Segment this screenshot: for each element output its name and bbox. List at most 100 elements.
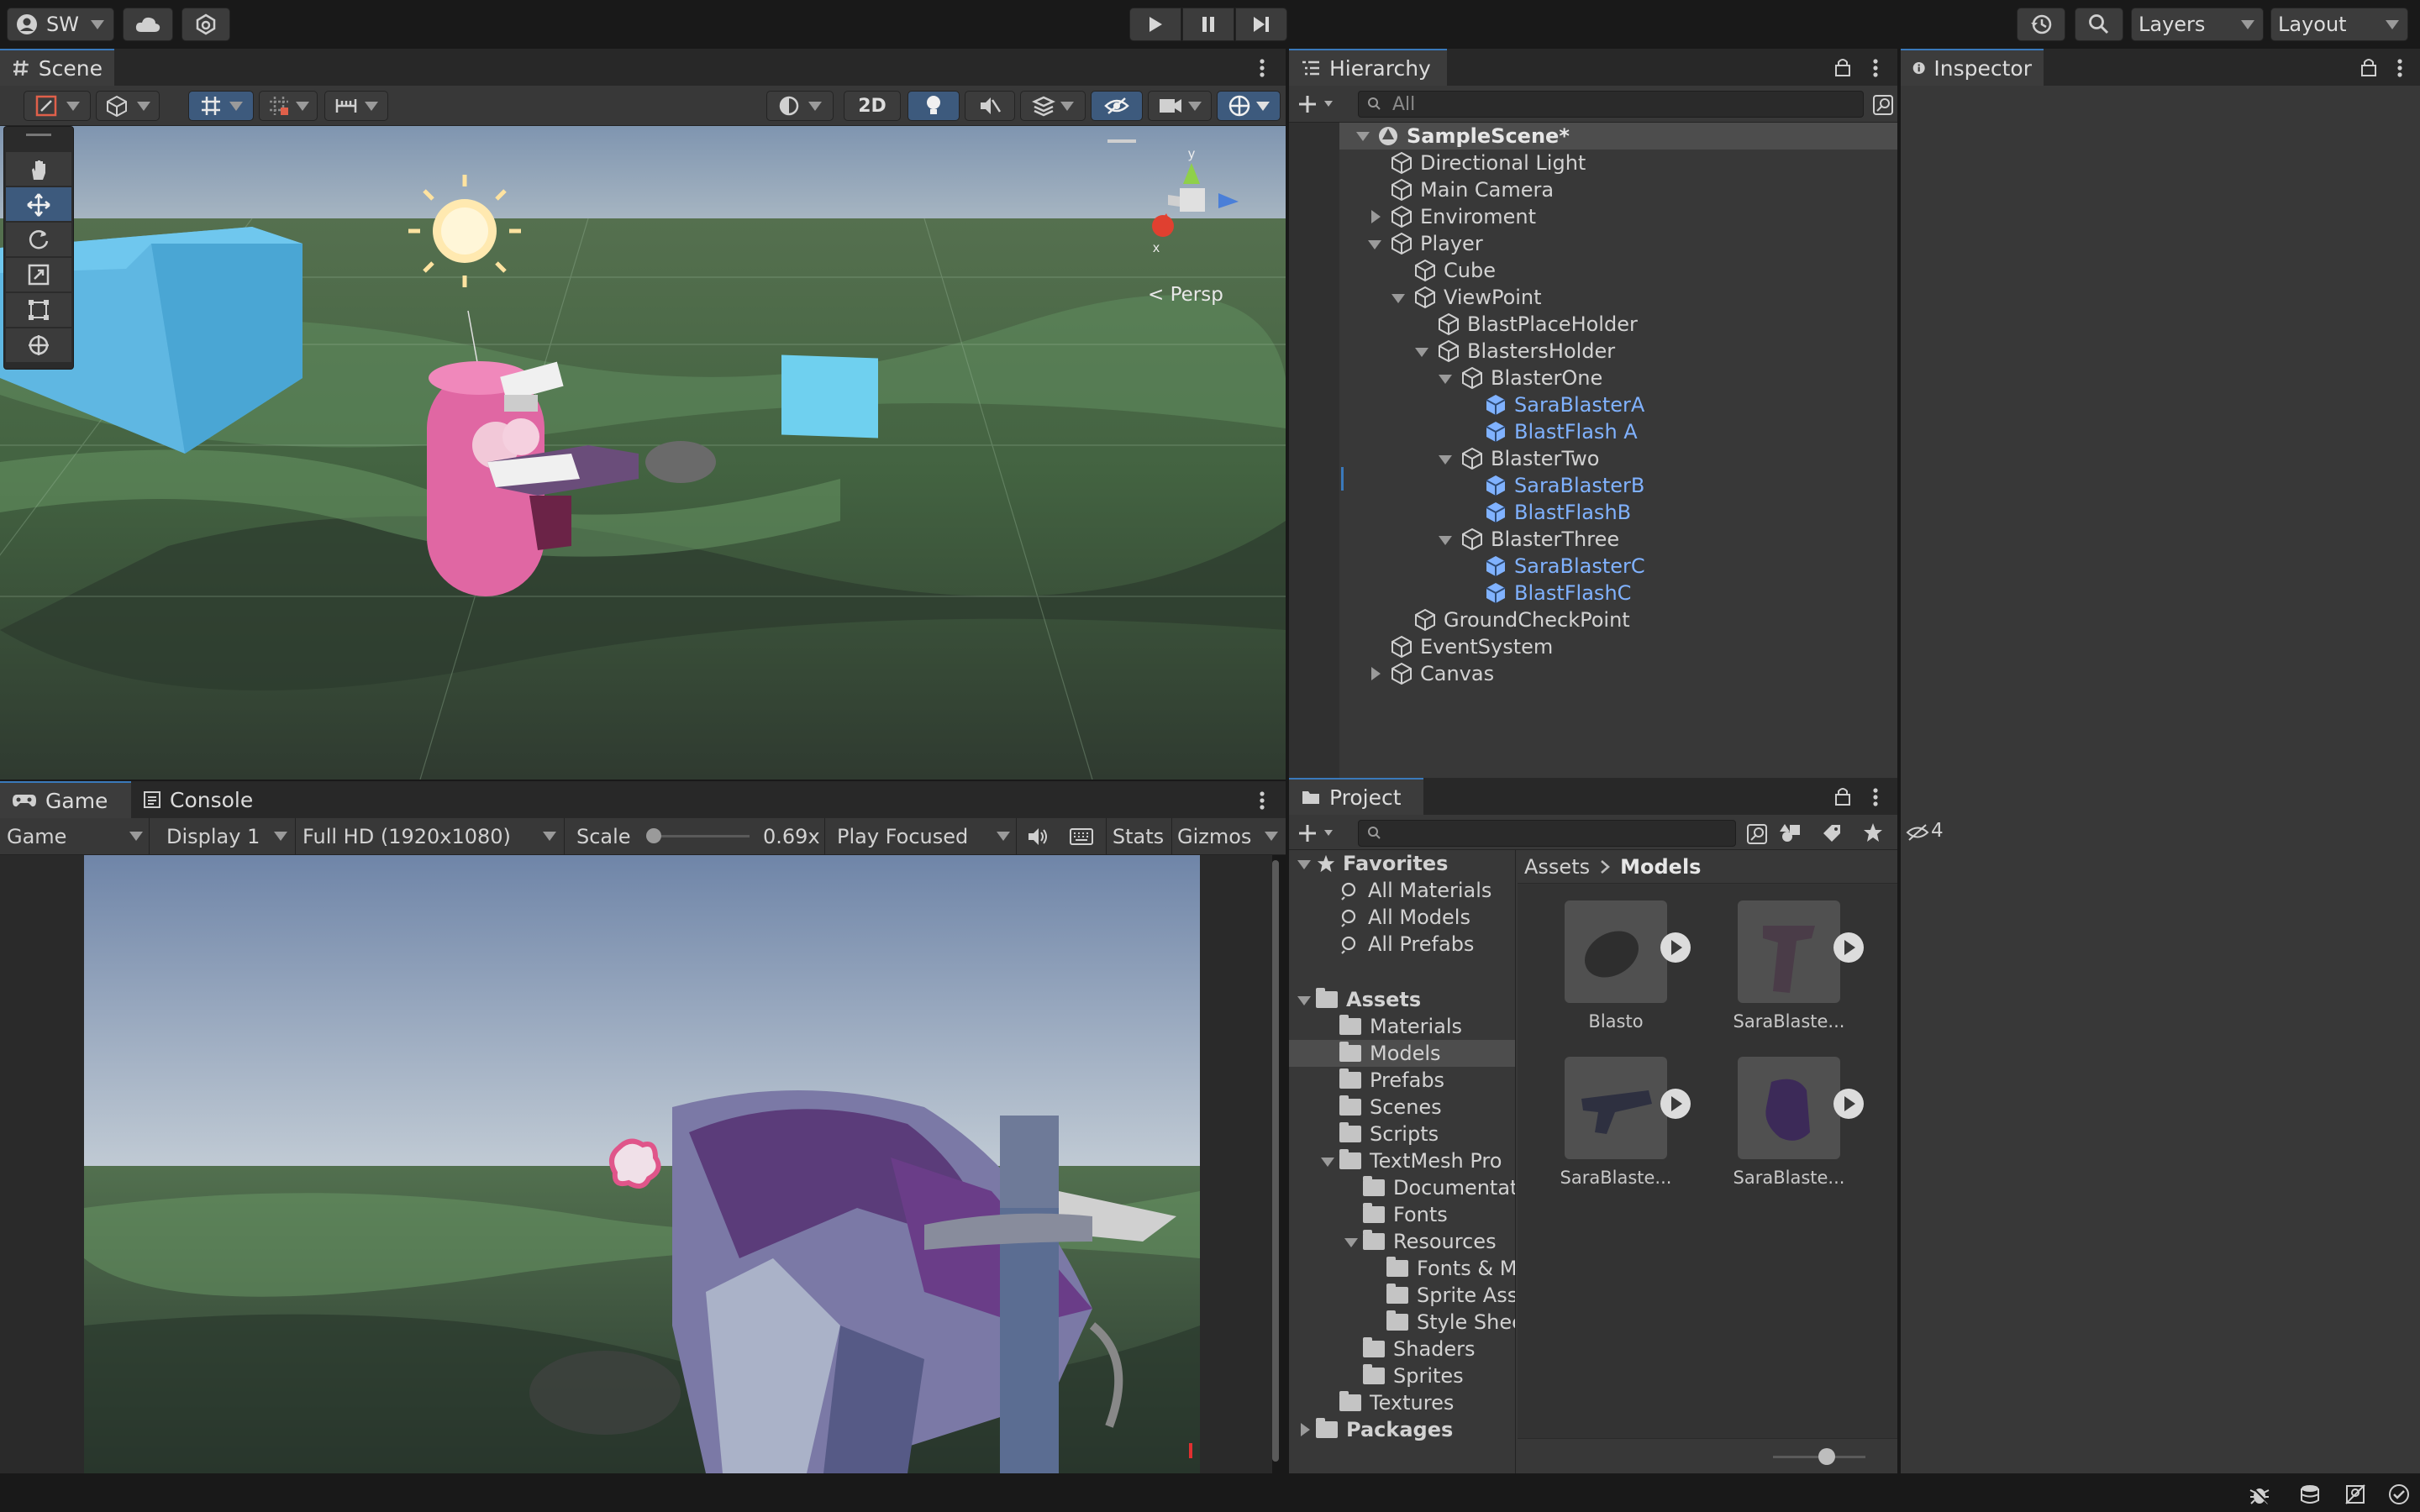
scale-track[interactable] bbox=[649, 835, 750, 837]
folder-item[interactable]: Scripts bbox=[1339, 1121, 1439, 1147]
collapse-arrow[interactable] bbox=[1439, 455, 1452, 465]
project-menu-icon[interactable] bbox=[1869, 786, 1882, 808]
tab-scene[interactable]: Scene bbox=[0, 49, 114, 86]
perspective-label[interactable]: < Persp bbox=[1148, 284, 1223, 306]
folder-item[interactable]: Shaders bbox=[1363, 1336, 1476, 1362]
hierarchy-menu-icon[interactable] bbox=[1869, 57, 1882, 79]
hierarchy-item[interactable]: BlasterTwo bbox=[1460, 445, 1599, 472]
hierarchy-item[interactable]: EventSystem bbox=[1390, 633, 1553, 660]
render-mode-button[interactable] bbox=[96, 91, 160, 121]
gizmos-dropdown[interactable]: Gizmos bbox=[1171, 818, 1286, 854]
audio-toggle[interactable] bbox=[965, 91, 1015, 121]
hierarchy-item-prefab[interactable]: SaraBlasterA bbox=[1484, 391, 1644, 418]
tab-inspector[interactable]: Inspector bbox=[1901, 49, 2044, 86]
expand-model-icon[interactable] bbox=[1833, 932, 1864, 963]
gizmos-button[interactable] bbox=[1217, 91, 1281, 121]
effects-button[interactable] bbox=[1020, 91, 1086, 121]
pause-button[interactable] bbox=[1182, 8, 1234, 41]
hierarchy-item[interactable]: BlastPlaceHolder bbox=[1437, 311, 1638, 338]
hierarchy-item[interactable]: Enviroment bbox=[1390, 203, 1536, 230]
folder-item[interactable]: Textures bbox=[1339, 1389, 1454, 1416]
camera-button[interactable] bbox=[1148, 91, 1212, 121]
icon-size-slider-thumb[interactable] bbox=[1818, 1448, 1835, 1465]
lighting-toggle[interactable] bbox=[908, 91, 960, 121]
debug-bug-icon[interactable] bbox=[2249, 1483, 2270, 1505]
scale-slider[interactable]: Scale 0.69x bbox=[568, 818, 825, 854]
collapse-arrow[interactable] bbox=[1368, 240, 1381, 249]
history-button[interactable] bbox=[2017, 8, 2065, 41]
inspector-menu-icon[interactable] bbox=[2393, 57, 2407, 79]
tab-hierarchy[interactable]: Hierarchy bbox=[1289, 49, 1447, 86]
folder-item[interactable]: Documentati bbox=[1363, 1174, 1515, 1201]
transform-tool[interactable] bbox=[6, 328, 71, 362]
expand-model-icon[interactable] bbox=[1660, 932, 1691, 963]
mute-audio-icon[interactable] bbox=[1027, 827, 1049, 847]
favorite-item[interactable]: All Models bbox=[1339, 904, 1470, 931]
assets-collapse[interactable] bbox=[1297, 996, 1311, 1005]
favorites-header[interactable]: Favorites bbox=[1316, 850, 1448, 877]
hierarchy-item[interactable]: Cube bbox=[1413, 257, 1496, 284]
step-button[interactable] bbox=[1235, 8, 1287, 41]
resources-collapse[interactable] bbox=[1344, 1238, 1358, 1247]
hierarchy-item[interactable]: Player bbox=[1390, 230, 1483, 257]
collapse-arrow[interactable] bbox=[1415, 348, 1428, 357]
scale-tool[interactable] bbox=[6, 258, 71, 291]
favorites-collapse[interactable] bbox=[1297, 860, 1311, 869]
assets-root[interactable]: Assets bbox=[1316, 986, 1421, 1013]
hierarchy-item-prefab[interactable]: SaraBlasterC bbox=[1484, 553, 1645, 580]
expand-model-icon[interactable] bbox=[1833, 1089, 1864, 1119]
lock-icon[interactable] bbox=[1833, 57, 1852, 77]
collapse-arrow[interactable] bbox=[1439, 375, 1452, 384]
scene-viewport[interactable]: y x < Persp bbox=[0, 126, 1286, 780]
folder-item[interactable]: Sprites bbox=[1363, 1362, 1464, 1389]
tab-project[interactable]: Project bbox=[1289, 778, 1423, 815]
folder-item[interactable]: TextMesh Pro bbox=[1339, 1147, 1502, 1174]
hierarchy-item-prefab[interactable]: BlastFlashB bbox=[1484, 499, 1631, 526]
folder-item[interactable]: Resources bbox=[1363, 1228, 1497, 1255]
textmesh-collapse[interactable] bbox=[1321, 1158, 1334, 1167]
rect-tool[interactable] bbox=[6, 293, 71, 327]
hierarchy-item[interactable]: BlasterThree bbox=[1460, 526, 1619, 553]
game-scrollbar[interactable] bbox=[1272, 860, 1279, 1462]
grid-snap-button[interactable] bbox=[188, 91, 254, 121]
hand-tool[interactable] bbox=[6, 152, 71, 186]
project-create-button[interactable] bbox=[1296, 820, 1343, 847]
asset-item[interactable]: Blasto bbox=[1544, 900, 1687, 1032]
favorite-item[interactable]: All Materials bbox=[1339, 877, 1491, 904]
expand-model-icon[interactable] bbox=[1660, 1089, 1691, 1119]
account-dropdown[interactable]: SW bbox=[7, 8, 114, 41]
tab-game[interactable]: Game bbox=[0, 781, 131, 818]
draw-mode-button[interactable] bbox=[24, 91, 91, 121]
cloud-button[interactable] bbox=[123, 8, 173, 41]
search-button[interactable] bbox=[2075, 8, 2123, 41]
folder-item[interactable]: Style Shee bbox=[1386, 1309, 1515, 1336]
hierarchy-item-prefab[interactable]: SaraBlasterB bbox=[1484, 472, 1644, 499]
hierarchy-item-prefab[interactable]: BlastFlash A bbox=[1484, 418, 1638, 445]
breadcrumb-assets[interactable]: Assets bbox=[1524, 855, 1590, 879]
stats-button[interactable]: Stats bbox=[1106, 818, 1170, 854]
gizmo-grip[interactable] bbox=[1107, 139, 1136, 143]
breadcrumb-models[interactable]: Models bbox=[1620, 855, 1701, 879]
folder-item[interactable]: Fonts & Ma bbox=[1386, 1255, 1515, 1282]
snap-increment-button[interactable] bbox=[259, 91, 318, 121]
game-menu-icon[interactable] bbox=[1255, 790, 1269, 811]
packages-expand[interactable] bbox=[1301, 1423, 1310, 1436]
resolution-dropdown[interactable]: Full HD (1920x1080) bbox=[297, 818, 565, 854]
move-tool[interactable] bbox=[6, 187, 71, 221]
play-button[interactable] bbox=[1129, 8, 1181, 41]
hierarchy-item[interactable]: BlastersHolder bbox=[1437, 338, 1615, 365]
scene-header-row[interactable]: SampleScene* bbox=[1339, 123, 1925, 150]
visibility-toggle[interactable] bbox=[1091, 91, 1143, 121]
orientation-gizmo[interactable]: y x bbox=[1143, 146, 1244, 264]
hierarchy-search-field[interactable]: All bbox=[1358, 91, 1864, 118]
folder-item[interactable]: Scenes bbox=[1339, 1094, 1442, 1121]
game-render[interactable] bbox=[84, 855, 1200, 1473]
expand-arrow[interactable] bbox=[1371, 667, 1381, 680]
hierarchy-item[interactable]: Canvas bbox=[1390, 660, 1494, 687]
rotate-tool[interactable] bbox=[6, 223, 71, 256]
2d-toggle[interactable]: 2D bbox=[844, 91, 901, 121]
lock-icon[interactable] bbox=[1833, 786, 1852, 806]
layers-dropdown[interactable]: Layers bbox=[2131, 8, 2264, 41]
folder-item[interactable]: Prefabs bbox=[1339, 1067, 1444, 1094]
asset-item[interactable]: SaraBlaste... bbox=[1718, 900, 1860, 1032]
